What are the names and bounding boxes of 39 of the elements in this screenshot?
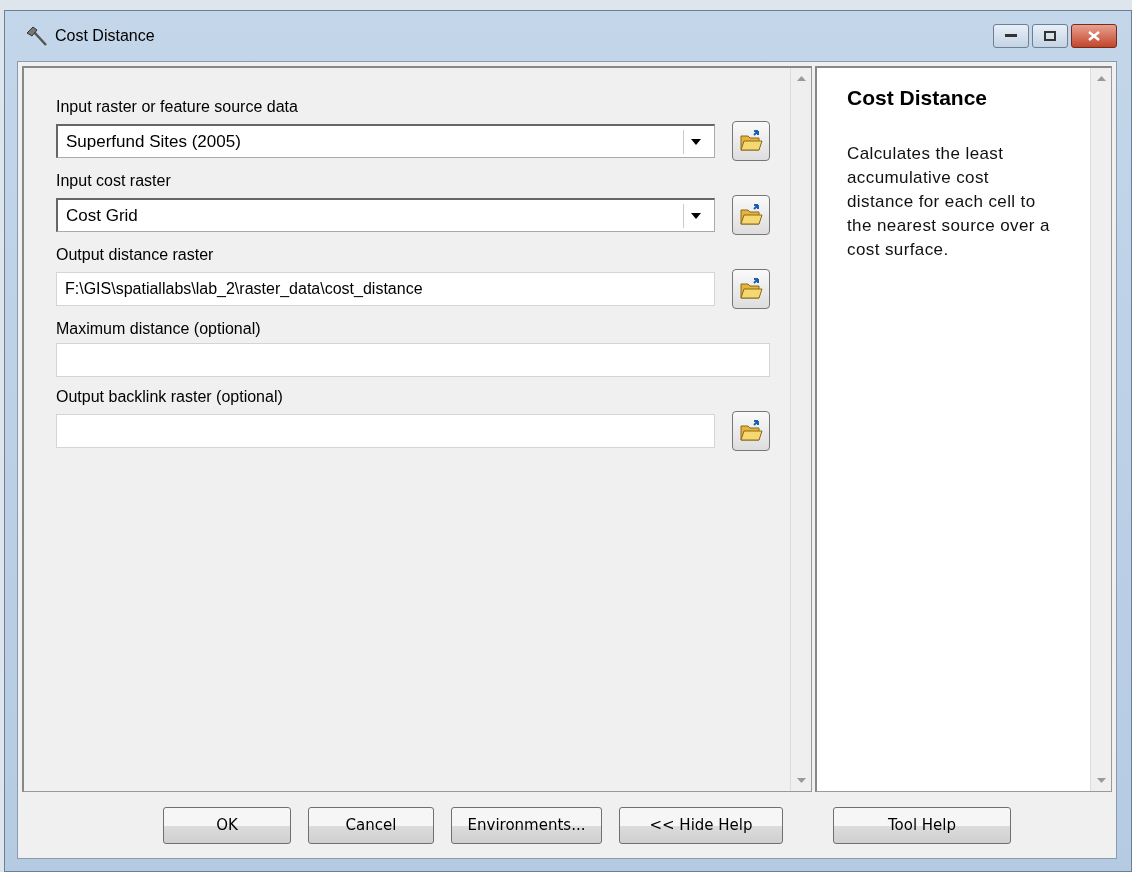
field-value: Cost Grid	[66, 205, 139, 226]
maximize-icon	[1044, 31, 1056, 41]
minimize-button[interactable]	[993, 24, 1029, 48]
browse-button[interactable]	[732, 269, 770, 309]
close-icon	[1088, 31, 1100, 41]
field-label: Output backlink raster (optional)	[56, 388, 283, 406]
window-title: Cost Distance	[55, 27, 155, 45]
scroll-down-icon[interactable]	[1096, 778, 1106, 783]
environments-button[interactable]: Environments...	[451, 806, 602, 844]
help-title: Cost Distance	[847, 86, 989, 110]
scroll-down-icon[interactable]	[796, 778, 806, 783]
help-text: Calculates the least accumulative cost distance for each cell to the nearest source over a cost surface.	[847, 143, 1051, 261]
browse-button[interactable]	[732, 121, 770, 161]
scroll-up-icon[interactable]	[1096, 76, 1106, 81]
ok-button[interactable]: OK	[163, 806, 291, 844]
input-field[interactable]	[56, 414, 715, 448]
browse-button[interactable]	[732, 411, 770, 451]
input-field[interactable]: F:\GIS\spatiallabs\lab_2\raster_data\cost_distance	[56, 272, 715, 306]
input-field[interactable]	[56, 343, 770, 377]
folder-icon	[739, 130, 763, 152]
close-button[interactable]	[1071, 24, 1117, 48]
browse-button[interactable]	[732, 195, 770, 235]
dropdown-field[interactable]: Superfund Sites (2005)	[56, 124, 715, 158]
hammer-icon	[25, 25, 47, 47]
field-value: Superfund Sites (2005)	[66, 131, 242, 152]
minimize-icon	[1005, 34, 1017, 38]
cancel-button[interactable]: Cancel	[308, 806, 434, 844]
hide-help-button[interactable]: << Hide Help	[619, 806, 783, 844]
dropdown-field[interactable]: Cost Grid	[56, 198, 715, 232]
field-label: Output distance raster	[56, 246, 214, 264]
tool-help-button[interactable]: Tool Help	[833, 806, 1011, 844]
folder-icon	[739, 278, 763, 300]
scroll-up-icon[interactable]	[796, 76, 806, 81]
maximize-button[interactable]	[1032, 24, 1068, 48]
folder-icon	[739, 420, 763, 442]
folder-icon	[739, 204, 763, 226]
field-label: Input cost raster	[56, 172, 171, 190]
field-label: Input raster or feature source data	[56, 98, 298, 116]
field-label: Maximum distance (optional)	[56, 320, 261, 338]
